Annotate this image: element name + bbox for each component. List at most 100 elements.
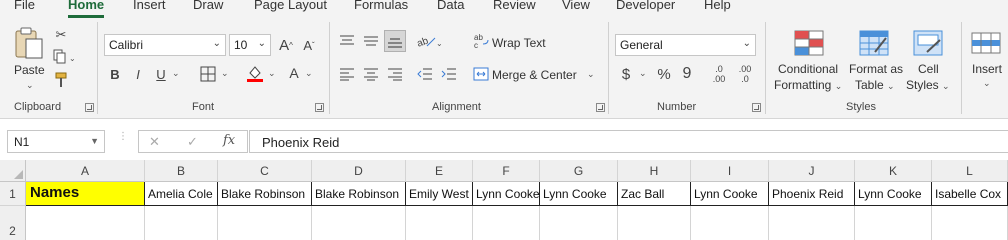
format-as-table-label-2[interactable]: Table ⌄ <box>855 78 895 92</box>
column-header[interactable]: H <box>618 160 691 182</box>
conditional-formatting-label-2[interactable]: Formatting ⌄ <box>774 78 842 92</box>
align-left-icon[interactable] <box>338 65 356 83</box>
font-color-dropdown-icon[interactable]: ⌄ <box>305 68 313 79</box>
tab-review[interactable]: Review <box>493 0 536 12</box>
insert-cells-icon[interactable] <box>970 28 1002 58</box>
paste-label[interactable]: Paste <box>14 63 45 77</box>
tab-draw[interactable]: Draw <box>193 0 223 12</box>
tab-insert[interactable]: Insert <box>133 0 166 12</box>
paste-dropdown-icon[interactable]: ⌄ <box>26 80 34 91</box>
cell-A1[interactable]: Names <box>26 182 145 206</box>
align-middle-icon[interactable] <box>362 32 380 50</box>
cut-icon[interactable]: ✂ <box>52 26 70 44</box>
column-header[interactable]: B <box>145 160 218 182</box>
format-painter-icon[interactable] <box>52 71 70 89</box>
clipboard-launcher-icon[interactable] <box>85 103 94 112</box>
tab-view[interactable]: View <box>562 0 590 12</box>
cancel-icon[interactable]: ✕ <box>149 134 160 150</box>
cell-D1[interactable]: Blake Robinson <box>312 182 406 206</box>
cell-I2[interactable] <box>691 206 769 240</box>
alignment-launcher-icon[interactable] <box>596 103 605 112</box>
tab-developer[interactable]: Developer <box>616 0 675 12</box>
cell-J1[interactable]: Phoenix Reid <box>769 182 855 206</box>
font-name-combo[interactable]: Calibri ⌄ <box>104 34 226 56</box>
tab-data[interactable]: Data <box>437 0 464 12</box>
row-header[interactable]: 2 <box>0 206 26 240</box>
cell-K2[interactable] <box>855 206 932 240</box>
cell-L1[interactable]: Isabelle Cox <box>932 182 1008 206</box>
cell-J2[interactable] <box>769 206 855 240</box>
cell-D2[interactable] <box>312 206 406 240</box>
tab-page-layout[interactable]: Page Layout <box>254 0 327 12</box>
tab-help[interactable]: Help <box>704 0 731 12</box>
tab-home[interactable]: Home <box>68 0 104 12</box>
align-top-icon[interactable] <box>338 32 356 50</box>
splitter-handle[interactable]: ⋮ <box>118 132 128 148</box>
enter-icon[interactable]: ✓ <box>187 134 198 150</box>
underline-button[interactable]: U <box>153 65 169 83</box>
column-header[interactable]: A <box>26 160 145 182</box>
wrap-text-label[interactable]: Wrap Text <box>492 36 546 50</box>
paste-icon[interactable] <box>12 26 46 60</box>
cell-I1[interactable]: Lynn Cooke <box>691 182 769 206</box>
increase-font-icon[interactable]: A ^ <box>276 35 296 55</box>
cell-G2[interactable] <box>540 206 618 240</box>
percent-icon[interactable]: % <box>656 65 672 83</box>
currency-icon[interactable]: $ <box>619 65 633 83</box>
fill-color-dropdown-icon[interactable]: ⌄ <box>268 68 276 79</box>
cell-L2[interactable] <box>932 206 1008 240</box>
column-header[interactable]: I <box>691 160 769 182</box>
cell-styles-label-2[interactable]: Styles ⌄ <box>906 78 950 92</box>
column-header[interactable]: K <box>855 160 932 182</box>
format-as-table-icon[interactable] <box>858 28 890 58</box>
increase-decimal-icon[interactable]: .0.00 <box>708 62 730 86</box>
column-header[interactable]: E <box>406 160 473 182</box>
decrease-indent-icon[interactable] <box>416 65 434 83</box>
format-as-table-label-1[interactable]: Format as <box>849 62 903 76</box>
borders-icon[interactable] <box>198 65 218 83</box>
number-format-combo[interactable]: General ⌄ <box>615 34 756 56</box>
cell-G1[interactable]: Lynn Cooke <box>540 182 618 206</box>
merge-center-label[interactable]: Merge & Center <box>492 68 577 82</box>
cell-C2[interactable] <box>218 206 312 240</box>
orientation-icon[interactable]: ab ⌄ <box>414 31 444 51</box>
column-header[interactable]: L <box>932 160 1008 182</box>
cell-E1[interactable]: Emily West <box>406 182 473 206</box>
cell-H1[interactable]: Zac Ball <box>618 182 691 206</box>
cell-B1[interactable]: Amelia Cole <box>145 182 218 206</box>
align-right-icon[interactable] <box>386 65 404 83</box>
cell-F2[interactable] <box>473 206 540 240</box>
currency-dropdown-icon[interactable]: ⌄ <box>639 68 647 79</box>
copy-icon[interactable]: ⌄ <box>52 48 76 66</box>
number-launcher-icon[interactable] <box>752 103 761 112</box>
cell-A2[interactable] <box>26 206 145 240</box>
insert-function-icon[interactable]: fx <box>223 133 235 148</box>
insert-cells-label[interactable]: Insert <box>972 62 1002 76</box>
merge-center-icon[interactable] <box>472 65 490 83</box>
align-bottom-icon[interactable] <box>384 30 406 52</box>
cell-C1[interactable]: Blake Robinson <box>218 182 312 206</box>
column-header[interactable]: F <box>473 160 540 182</box>
font-color-icon[interactable]: A <box>285 63 303 83</box>
italic-button[interactable]: I <box>130 65 146 83</box>
cell-H2[interactable] <box>618 206 691 240</box>
name-box[interactable]: N1 ▼ <box>7 130 105 153</box>
column-header[interactable]: D <box>312 160 406 182</box>
wrap-text-icon[interactable]: ab c <box>473 31 491 51</box>
bold-button[interactable]: B <box>107 65 123 83</box>
fill-color-icon[interactable] <box>245 63 265 83</box>
font-size-combo[interactable]: 10 ⌄ <box>229 34 271 56</box>
increase-indent-icon[interactable] <box>440 65 458 83</box>
borders-dropdown-icon[interactable]: ⌄ <box>221 68 229 79</box>
cell-B2[interactable] <box>145 206 218 240</box>
font-launcher-icon[interactable] <box>315 103 324 112</box>
cell-styles-label-1[interactable]: Cell <box>918 62 939 76</box>
cell-F1[interactable]: Lynn Cooke <box>473 182 540 206</box>
row-header[interactable]: 1 <box>0 182 26 206</box>
select-all-button[interactable] <box>0 160 26 182</box>
column-header[interactable]: G <box>540 160 618 182</box>
tab-formulas[interactable]: Formulas <box>354 0 408 12</box>
cell-styles-icon[interactable] <box>912 28 944 58</box>
tab-file[interactable]: File <box>14 0 35 12</box>
underline-dropdown-icon[interactable]: ⌄ <box>172 68 180 79</box>
